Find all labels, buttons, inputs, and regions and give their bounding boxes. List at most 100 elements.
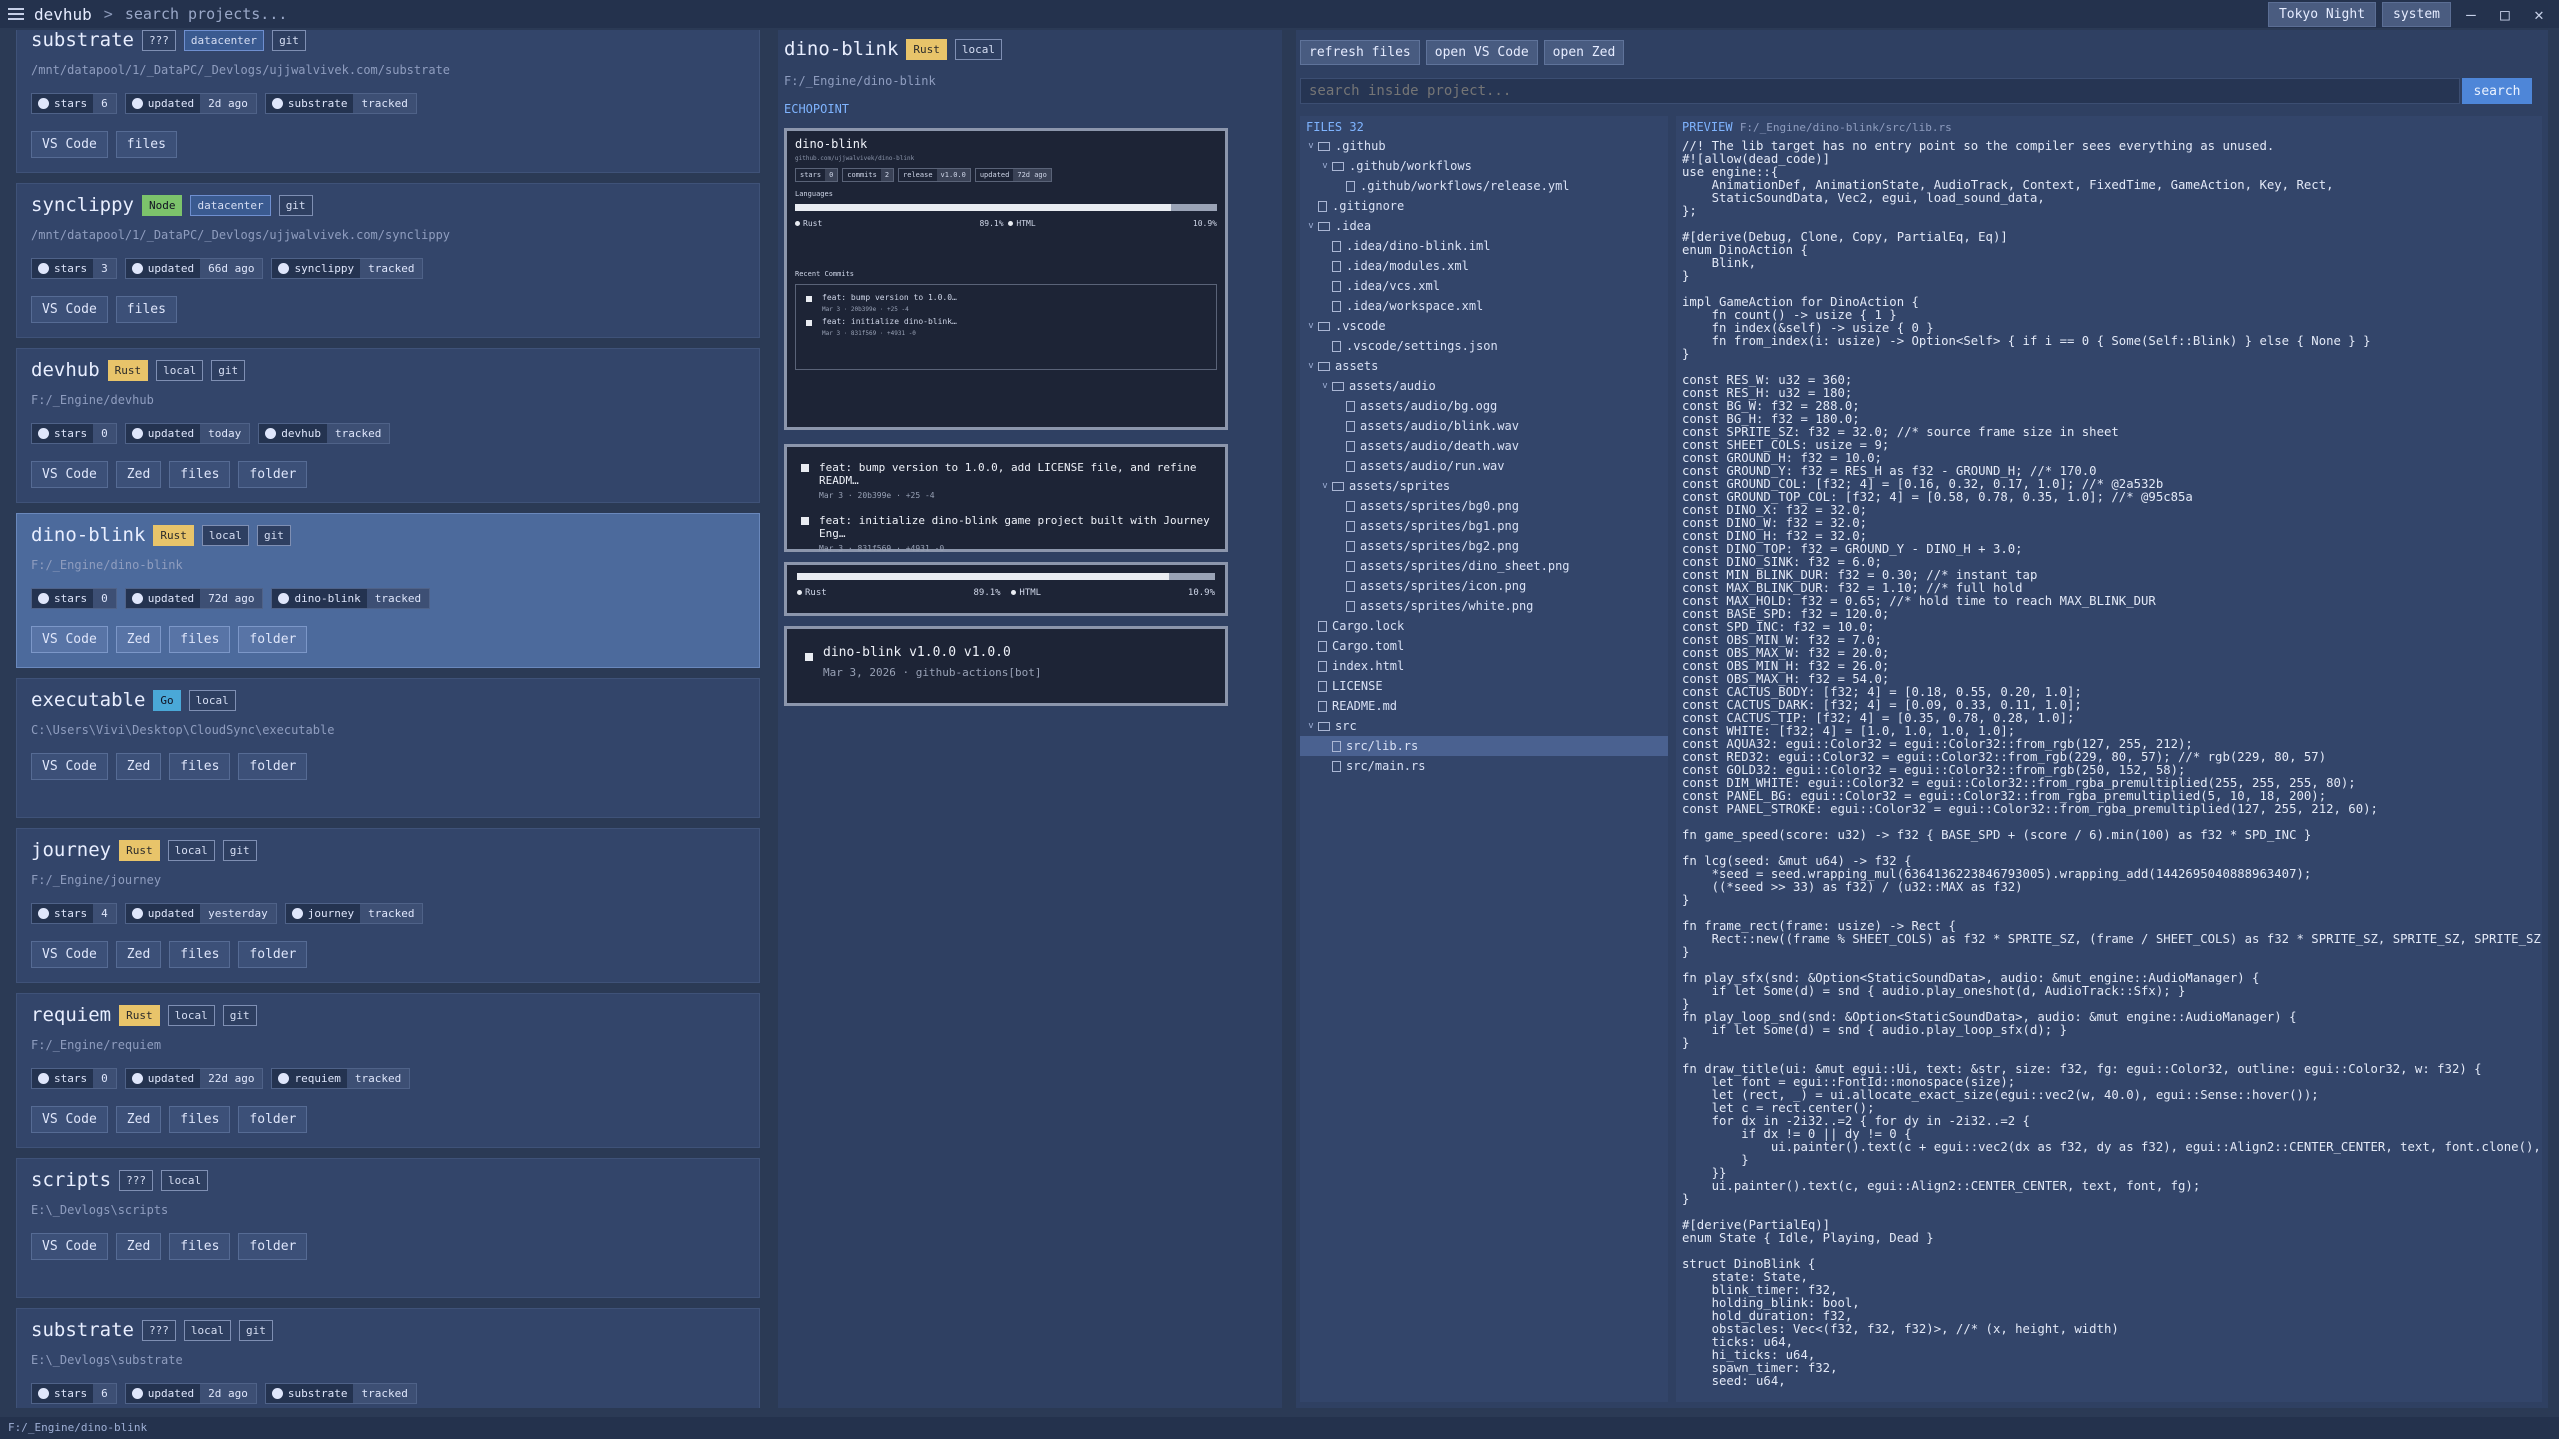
project-action-button[interactable]: files (169, 1233, 231, 1260)
file-item[interactable]: index.html (1300, 656, 1668, 676)
chevron-down-icon[interactable]: v (1304, 361, 1318, 371)
project-action-button[interactable]: VS Code (31, 131, 108, 158)
open-zed-button[interactable]: open Zed (1543, 40, 1625, 65)
file-item[interactable]: assets/audio/death.wav (1300, 436, 1668, 456)
chevron-down-icon[interactable]: v (1318, 381, 1332, 391)
folder-item[interactable]: v .idea (1300, 216, 1668, 236)
project-action-button[interactable]: VS Code (31, 296, 108, 323)
folder-item[interactable]: v src (1300, 716, 1668, 736)
project-action-button[interactable]: VS Code (31, 753, 108, 780)
project-card[interactable]: requiem Rust local git F:/_Engine/requiem sta… (16, 993, 760, 1148)
folder-icon (1332, 481, 1344, 491)
project-badge: git (278, 194, 313, 216)
project-card[interactable]: executable Go local C:\Users\Vivi\Desktop\C… (16, 678, 760, 818)
project-action-button[interactable]: folder (238, 753, 308, 780)
folder-item[interactable]: v .vscode (1300, 316, 1668, 336)
project-card[interactable]: substrate??? datacenter git/mnt/datapool/1… (16, 30, 760, 173)
file-item[interactable]: assets/audio/blink.wav (1300, 416, 1668, 436)
project-action-button[interactable]: folder (238, 941, 308, 968)
project-badge: ??? (119, 1169, 153, 1191)
minimize-icon[interactable]: – (2457, 5, 2485, 24)
project-card[interactable]: devhub Rust local git F:/_Engine/devhub stars… (16, 348, 760, 503)
theme-button[interactable]: Tokyo Night (2267, 1, 2377, 27)
chevron-down-icon[interactable]: v (1304, 721, 1318, 731)
mode-button[interactable]: system (2382, 1, 2451, 27)
maximize-icon[interactable]: □ (2491, 5, 2519, 24)
folder-item[interactable]: v .github (1300, 136, 1668, 156)
tree-item-label: assets/audio (1349, 379, 1436, 393)
file-item[interactable]: .idea/modules.xml (1300, 256, 1668, 276)
project-action-button[interactable]: VS Code (31, 461, 108, 488)
file-search-button[interactable]: search (2462, 78, 2532, 104)
file-item[interactable]: src/main.rs (1300, 756, 1668, 776)
refresh-files-button[interactable]: refresh files (1300, 40, 1420, 65)
file-item[interactable]: assets/sprites/white.png (1300, 596, 1668, 616)
chevron-down-icon[interactable]: v (1304, 221, 1318, 231)
updated-stat: updated 66d ago (124, 258, 264, 279)
file-item[interactable]: .github/workflows/release.yml (1300, 176, 1668, 196)
file-item[interactable]: .vscode/settings.json (1300, 336, 1668, 356)
project-action-button[interactable]: VS Code (31, 941, 108, 968)
file-item[interactable]: .idea/workspace.xml (1300, 296, 1668, 316)
project-action-button[interactable]: folder (238, 1233, 308, 1260)
project-action-button[interactable]: files (169, 626, 231, 653)
folder-item[interactable]: v assets (1300, 356, 1668, 376)
project-search-input[interactable]: search projects... (125, 5, 288, 23)
project-action-button[interactable]: folder (238, 461, 308, 488)
project-card[interactable]: dino-blink Rust local git F:/_Engine/dino-bl… (16, 513, 760, 668)
open-vscode-button[interactable]: open VS Code (1425, 40, 1538, 65)
file-search-input[interactable] (1300, 78, 2460, 104)
project-card[interactable]: synclippy Node datacenter git/mnt/datapool/… (16, 183, 760, 338)
project-action-button[interactable]: VS Code (31, 1106, 108, 1133)
tree-item-label: .idea/dino-blink.iml (1346, 239, 1491, 253)
project-action-button[interactable]: Zed (115, 941, 162, 968)
folder-item[interactable]: v assets/audio (1300, 376, 1668, 396)
language-pct: 10.9% (1187, 588, 1215, 598)
file-item[interactable]: assets/sprites/bg1.png (1300, 516, 1668, 536)
file-icon (1346, 600, 1355, 612)
file-item[interactable]: README.md (1300, 696, 1668, 716)
file-item[interactable]: LICENSE (1300, 676, 1668, 696)
file-item[interactable]: assets/sprites/dino_sheet.png (1300, 556, 1668, 576)
chevron-down-icon[interactable]: v (1318, 161, 1332, 171)
project-action-button[interactable]: files (115, 131, 177, 158)
tree-item-label: assets/sprites/bg0.png (1360, 499, 1519, 513)
file-item[interactable]: Cargo.toml (1300, 636, 1668, 656)
file-item[interactable]: .idea/vcs.xml (1300, 276, 1668, 296)
file-item[interactable]: Cargo.lock (1300, 616, 1668, 636)
chevron-down-icon[interactable]: v (1304, 141, 1318, 151)
project-action-button[interactable]: files (169, 1106, 231, 1133)
mini-languages-label: Languages (795, 190, 833, 198)
file-item[interactable]: assets/audio/bg.ogg (1300, 396, 1668, 416)
file-item[interactable]: assets/sprites/bg2.png (1300, 536, 1668, 556)
project-action-button[interactable]: VS Code (31, 1233, 108, 1260)
project-card[interactable]: journey Rust local git F:/_Engine/journey sta… (16, 828, 760, 983)
project-action-button[interactable]: Zed (115, 753, 162, 780)
project-card[interactable]: substrate??? local git E:\_Devlogs\substrat… (16, 1308, 760, 1408)
file-item[interactable]: .gitignore (1300, 196, 1668, 216)
menu-icon[interactable] (8, 8, 24, 20)
project-action-button[interactable]: Zed (115, 626, 162, 653)
file-item[interactable]: assets/sprites/bg0.png (1300, 496, 1668, 516)
project-action-button[interactable]: files (115, 296, 177, 323)
folder-item[interactable]: v .github/workflows (1300, 156, 1668, 176)
project-action-button[interactable]: Zed (115, 461, 162, 488)
project-action-button[interactable]: Zed (115, 1233, 162, 1260)
project-card[interactable]: scripts??? local E:\_Devlogs\scripts VS Cod… (16, 1158, 760, 1298)
close-icon[interactable]: ✕ (2525, 5, 2553, 24)
file-item[interactable]: assets/sprites/icon.png (1300, 576, 1668, 596)
chevron-down-icon[interactable]: v (1304, 321, 1318, 331)
project-action-button[interactable]: files (169, 941, 231, 968)
project-action-button[interactable]: VS Code (31, 626, 108, 653)
project-action-button[interactable]: folder (238, 1106, 308, 1133)
file-item[interactable]: assets/audio/run.wav (1300, 456, 1668, 476)
project-action-button[interactable]: folder (238, 626, 308, 653)
folder-item[interactable]: v assets/sprites (1300, 476, 1668, 496)
project-action-button[interactable]: files (169, 753, 231, 780)
file-item[interactable]: .idea/dino-blink.iml (1300, 236, 1668, 256)
project-badge: local (188, 689, 236, 711)
file-item[interactable]: src/lib.rs (1300, 736, 1668, 756)
chevron-down-icon[interactable]: v (1318, 481, 1332, 491)
project-action-button[interactable]: files (169, 461, 231, 488)
project-action-button[interactable]: Zed (115, 1106, 162, 1133)
